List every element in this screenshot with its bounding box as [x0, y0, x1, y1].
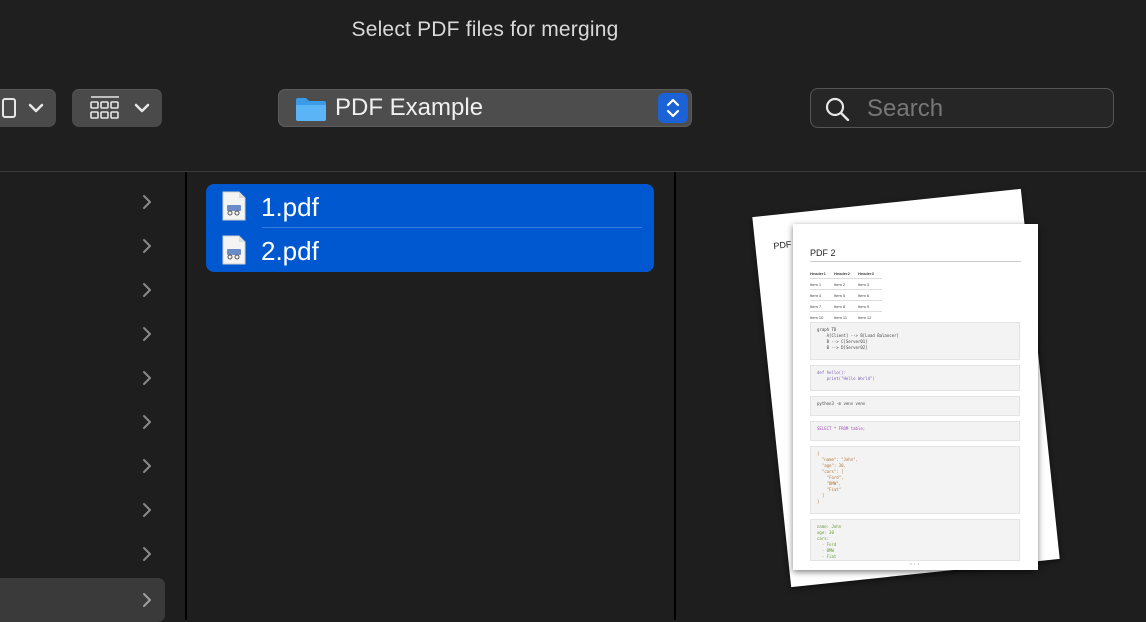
file-row[interactable]: 1.pdf — [206, 184, 654, 228]
chevron-down-icon — [134, 103, 150, 113]
chevron-right-icon — [143, 415, 151, 429]
search-icon — [825, 97, 850, 121]
table-cell: Item 3 — [858, 281, 870, 287]
chevron-down-icon — [28, 103, 44, 113]
list-item-selected[interactable] — [0, 578, 165, 622]
location-stepper[interactable] — [658, 93, 688, 123]
file-list-column: 1.pdf 2.pdf — [187, 172, 676, 620]
table-header-cell: Header3 — [858, 270, 874, 276]
list-item[interactable] — [0, 488, 165, 532]
table-cell: Item 1 — [810, 281, 822, 287]
selection-highlight: 1.pdf 2.pdf — [206, 184, 654, 272]
list-item[interactable] — [0, 400, 165, 444]
list-item[interactable] — [0, 312, 165, 356]
list-item[interactable] — [0, 532, 165, 576]
table-header-row: Header1 Header2 Header3 — [810, 268, 882, 279]
preview-page-title: PDF — [772, 239, 792, 252]
chevron-right-icon — [143, 371, 151, 385]
search-field[interactable] — [810, 88, 1114, 128]
page-footer: 1 / 1 — [910, 562, 920, 566]
preview-pane: PDF PDF 2 Header1 Header2 Header3 Item 1… — [676, 172, 1146, 620]
location-popup[interactable]: PDF Example — [278, 89, 692, 127]
table-row: Item 4 Item 5 Item 6 — [810, 290, 882, 301]
code-block: SELECT * FROM table; — [810, 421, 1020, 441]
chevron-right-icon — [143, 547, 151, 561]
view-mode-button[interactable] — [72, 89, 162, 127]
table-cell: Item 6 — [858, 292, 870, 298]
pdf-file-icon — [222, 235, 246, 265]
window-title: Select PDF files for merging — [351, 18, 619, 41]
table-cell: Item 12 — [858, 314, 872, 320]
chevron-right-icon — [143, 327, 151, 341]
table-row: Item 7 Item 8 Item 9 — [810, 301, 882, 312]
preview-table: Header1 Header2 Header3 Item 1 Item 2 It… — [810, 268, 882, 323]
file-name: 2.pdf — [261, 236, 319, 266]
list-item[interactable] — [0, 180, 165, 224]
search-input[interactable] — [865, 93, 1099, 125]
grid-view-icon — [90, 96, 119, 119]
table-header-cell: Header1 — [810, 270, 826, 276]
table-cell: Item 5 — [834, 292, 846, 298]
code-block: graph TD A[Client] --> B[Load Balancer] … — [810, 322, 1020, 360]
up-down-chevron-icon — [666, 98, 680, 118]
table-cell: Item 4 — [810, 292, 822, 298]
preview-page-title: PDF 2 — [810, 248, 836, 258]
chevron-right-icon — [143, 459, 151, 473]
table-cell: Item 7 — [810, 303, 822, 309]
sidebar-icon — [2, 98, 16, 118]
table-cell: Item 11 — [834, 314, 848, 320]
file-row[interactable]: 2.pdf — [206, 228, 654, 272]
chevron-right-icon — [143, 593, 151, 607]
code-block: { "name": "John", "age": 30, "cars": [ "… — [810, 446, 1020, 514]
table-cell: Item 2 — [834, 281, 846, 287]
code-block: python3 -m venv venv — [810, 396, 1020, 416]
location-label: PDF Example — [335, 94, 484, 121]
preview-page-front: PDF 2 Header1 Header2 Header3 Item 1 Ite… — [793, 224, 1038, 570]
list-item[interactable] — [0, 356, 165, 400]
sidebar-toggle-button[interactable] — [0, 89, 56, 127]
table-cell: Item 8 — [834, 303, 846, 309]
folder-icon — [296, 98, 326, 121]
window-titlebar: Select PDF files for merging PDF Example — [0, 0, 1146, 172]
pdf-file-icon — [222, 191, 246, 221]
list-item[interactable] — [0, 224, 165, 268]
table-header-cell: Header2 — [834, 270, 850, 276]
table-cell: Item 10 — [810, 314, 824, 320]
chevron-right-icon — [143, 239, 151, 253]
divider — [810, 261, 1021, 262]
chevron-right-icon — [143, 503, 151, 517]
file-name: 1.pdf — [261, 192, 319, 222]
chevron-right-icon — [143, 283, 151, 297]
table-cell: Item 9 — [858, 303, 870, 309]
list-item[interactable] — [0, 444, 165, 488]
chevron-right-icon — [143, 195, 151, 209]
code-block: name: John age: 30 cars: - Ford - BMW - … — [810, 519, 1020, 561]
code-block: def hello(): print("Hello World") — [810, 365, 1020, 391]
parent-folder-column — [0, 172, 187, 622]
table-row: Item 1 Item 2 Item 3 — [810, 279, 882, 290]
list-item[interactable] — [0, 268, 165, 312]
